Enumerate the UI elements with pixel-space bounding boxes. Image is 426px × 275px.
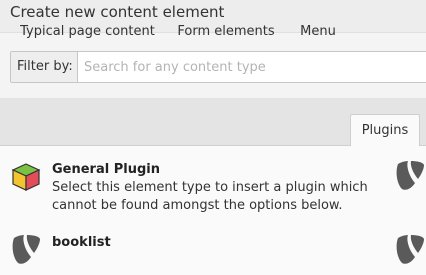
typo3-icon[interactable]: [10, 232, 42, 266]
filter-label: Filter by:: [11, 52, 78, 82]
element-title-general-plugin[interactable]: General Plugin: [52, 162, 160, 177]
element-title-booklist[interactable]: booklist: [52, 235, 111, 250]
tab-menu[interactable]: Menu: [288, 16, 348, 47]
typo3-icon[interactable]: [394, 158, 426, 192]
element-description-general-plugin: Select this element type to insert a plu…: [52, 180, 368, 213]
tab-form-elements[interactable]: Form elements: [170, 16, 282, 47]
search-input[interactable]: [78, 52, 426, 82]
tab-typical-page-content[interactable]: Typical page content: [10, 16, 165, 47]
tab-plugins[interactable]: Plugins: [350, 114, 420, 147]
typo3-icon[interactable]: [394, 232, 426, 266]
tab-content-plugins: General Plugin Select this element type …: [0, 146, 426, 275]
filter-group: Filter by:: [10, 51, 426, 83]
cube-icon[interactable]: [11, 162, 41, 192]
